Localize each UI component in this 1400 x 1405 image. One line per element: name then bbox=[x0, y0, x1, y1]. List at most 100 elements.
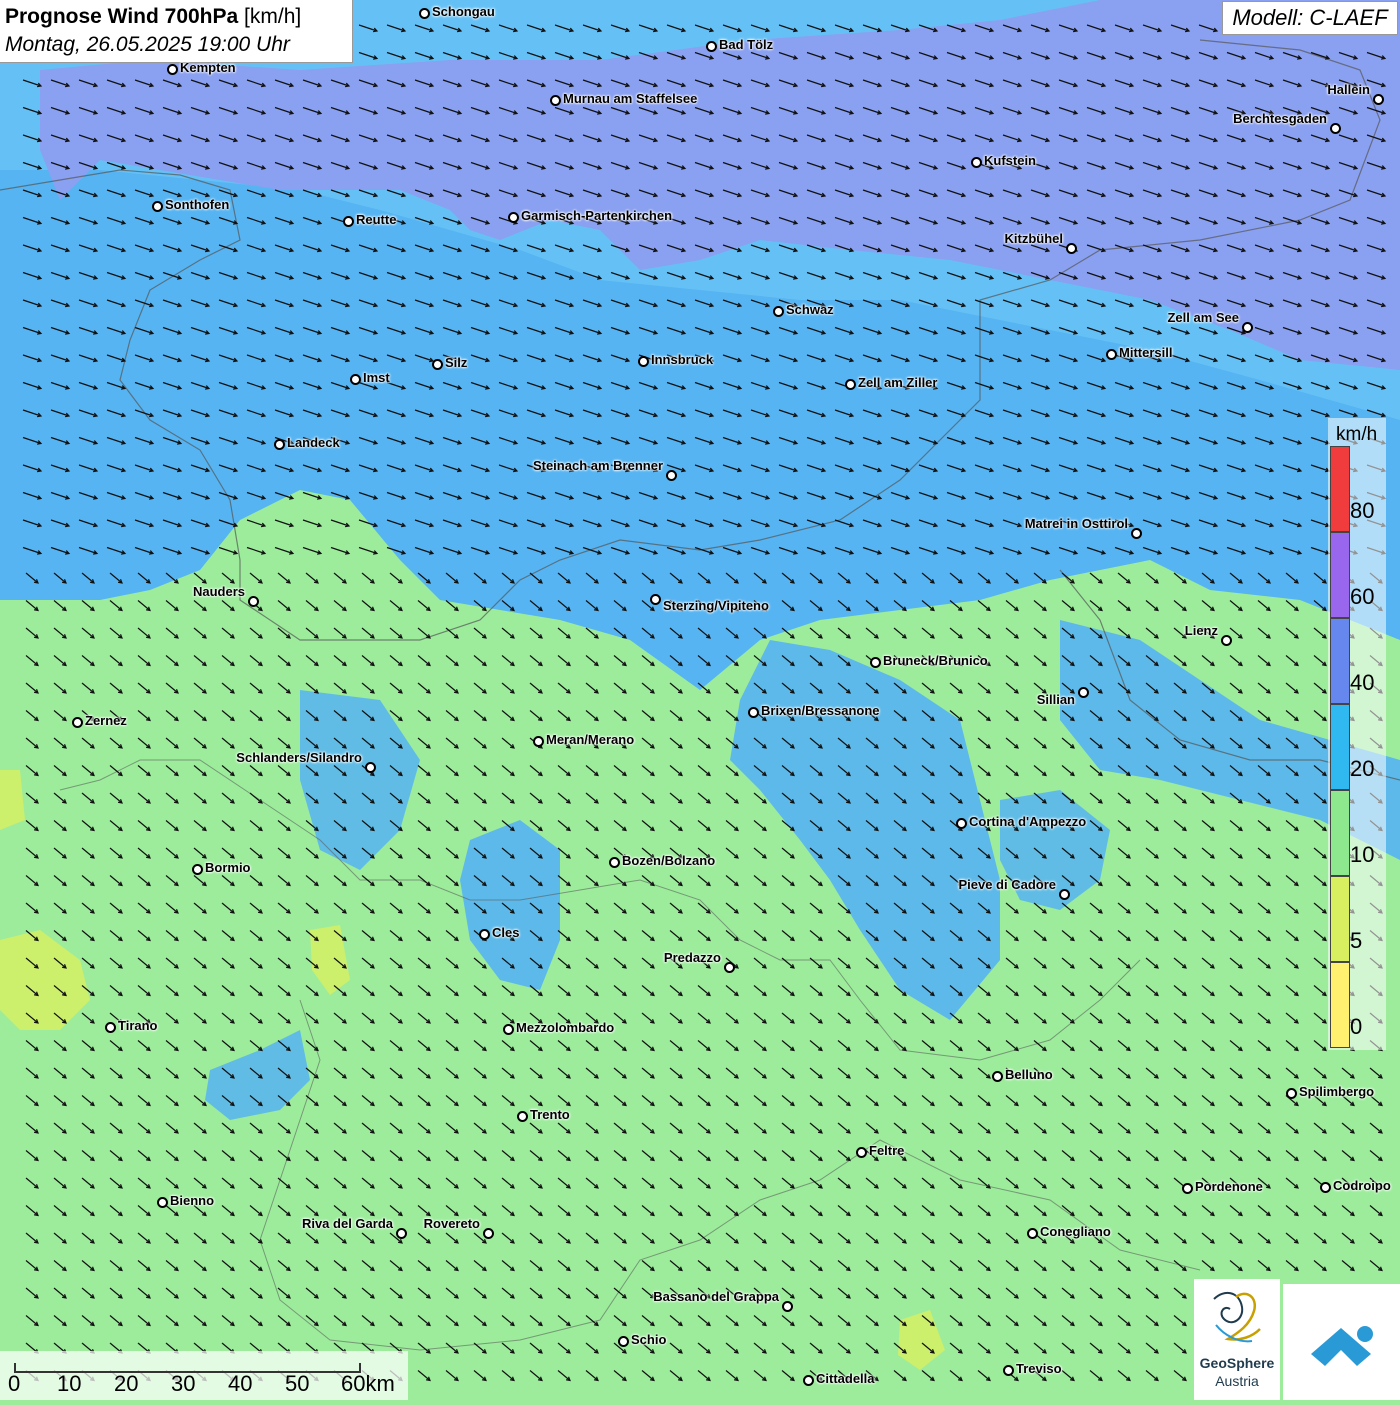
city-label: Bormio bbox=[205, 860, 251, 875]
city-marker bbox=[157, 1197, 168, 1208]
scale-label: 0 bbox=[8, 1371, 21, 1396]
city-marker bbox=[533, 736, 544, 747]
city-label: Codroipo bbox=[1333, 1178, 1391, 1193]
geosphere-logo-line2: Austria bbox=[1215, 1373, 1259, 1389]
city-marker bbox=[1330, 123, 1341, 134]
city-label: Belluno bbox=[1005, 1067, 1053, 1082]
city-label: Trento bbox=[530, 1107, 570, 1122]
city-label: Sillian bbox=[1036, 692, 1075, 707]
legend-swatch bbox=[1330, 962, 1350, 1048]
city-label: Kitzbühel bbox=[1004, 231, 1064, 246]
legend-swatch bbox=[1330, 704, 1350, 790]
city-marker bbox=[72, 717, 83, 728]
city-label: Bruneck/Brunico bbox=[883, 653, 988, 668]
city-label: Garmisch-Partenkirchen bbox=[521, 208, 673, 223]
scale-label: 50 bbox=[285, 1371, 310, 1396]
city-label: Brixen/Bressanone bbox=[761, 703, 880, 718]
map-title: Prognose Wind 700hPa [km/h] bbox=[5, 3, 347, 31]
legend-tick-label: 40 bbox=[1350, 670, 1375, 695]
city-marker bbox=[1182, 1183, 1193, 1194]
city-marker bbox=[1286, 1088, 1297, 1099]
legend-tick-label: 20 bbox=[1350, 756, 1375, 781]
legend-swatch bbox=[1330, 618, 1350, 704]
model-label: Modell: C-LAEF bbox=[1222, 1, 1398, 35]
city-marker bbox=[1059, 889, 1070, 900]
city-marker bbox=[1078, 687, 1089, 698]
city-marker bbox=[1003, 1365, 1014, 1376]
city-label: Spilimbergo bbox=[1299, 1084, 1375, 1099]
city-marker bbox=[956, 818, 967, 829]
app-mountain-icon bbox=[1311, 1326, 1373, 1366]
city-label: Zell am See bbox=[1167, 310, 1239, 325]
city-label: Schio bbox=[631, 1332, 667, 1347]
city-label: Reutte bbox=[356, 212, 397, 227]
city-label: Pieve di Cadore bbox=[958, 877, 1056, 892]
app-logo bbox=[1283, 1284, 1400, 1400]
city-label: Riva del Garda bbox=[301, 1216, 393, 1231]
geosphere-swirl-icon bbox=[1213, 1291, 1261, 1343]
city-label: Schlanders/Silandro bbox=[236, 750, 362, 765]
city-label: Cles bbox=[492, 925, 520, 940]
city-marker bbox=[856, 1147, 867, 1158]
city-label: Murnau am Staffelsee bbox=[563, 91, 698, 106]
city-marker bbox=[706, 41, 717, 52]
city-label: Imst bbox=[363, 370, 390, 385]
city-marker bbox=[803, 1375, 814, 1386]
city-marker bbox=[152, 201, 163, 212]
city-label: Treviso bbox=[1016, 1361, 1062, 1376]
scale-bar: 0 10 20 30 40 50 60km bbox=[0, 1351, 408, 1400]
city-marker bbox=[432, 359, 443, 370]
scale-label: 20 bbox=[114, 1371, 139, 1396]
city-label: Kempten bbox=[180, 60, 236, 75]
city-marker bbox=[1373, 94, 1384, 105]
city-label: Hallein bbox=[1327, 82, 1370, 97]
legend-swatch bbox=[1330, 876, 1350, 962]
city-marker bbox=[1320, 1182, 1331, 1193]
city-label: Bad Tölz bbox=[719, 37, 774, 52]
city-marker bbox=[343, 216, 354, 227]
city-label: Steinach am Brenner bbox=[532, 458, 663, 473]
city-label: Bassano del Grappa bbox=[653, 1289, 779, 1304]
city-marker bbox=[748, 707, 759, 718]
city-marker bbox=[1131, 528, 1142, 539]
city-marker bbox=[638, 356, 649, 367]
city-marker bbox=[666, 470, 677, 481]
city-marker bbox=[782, 1301, 793, 1312]
city-marker bbox=[350, 374, 361, 385]
city-marker bbox=[508, 212, 519, 223]
city-marker bbox=[870, 657, 881, 668]
city-label: Conegliano bbox=[1040, 1224, 1111, 1239]
city-label: Innsbruck bbox=[651, 352, 714, 367]
city-marker bbox=[1027, 1228, 1038, 1239]
city-label: Tirano bbox=[118, 1018, 158, 1033]
city-marker bbox=[248, 596, 259, 607]
city-marker bbox=[365, 762, 376, 773]
map-title-main: Prognose Wind 700hPa bbox=[5, 5, 239, 28]
city-label: Schwaz bbox=[786, 302, 834, 317]
city-label: Feltre bbox=[869, 1143, 905, 1158]
legend-swatch bbox=[1330, 532, 1350, 618]
city-label: Cittadella bbox=[816, 1371, 875, 1386]
geosphere-logo: GeoSphere Austria bbox=[1194, 1279, 1280, 1400]
city-label: Bozen/Bolzano bbox=[622, 853, 716, 868]
city-marker bbox=[167, 64, 178, 75]
city-marker bbox=[1221, 635, 1232, 646]
city-marker bbox=[483, 1228, 494, 1239]
city-marker bbox=[1242, 322, 1253, 333]
city-marker bbox=[618, 1336, 629, 1347]
legend-tick-label: 5 bbox=[1350, 928, 1363, 953]
city-label: Schongau bbox=[432, 4, 495, 19]
city-label: Meran/Merano bbox=[546, 732, 635, 747]
city-label: Sonthofen bbox=[165, 197, 230, 212]
city-marker bbox=[992, 1071, 1003, 1082]
city-marker bbox=[419, 8, 430, 19]
city-marker bbox=[192, 864, 203, 875]
scale-label: 10 bbox=[57, 1371, 82, 1396]
geosphere-logo-line1: GeoSphere bbox=[1199, 1355, 1275, 1371]
city-marker bbox=[396, 1228, 407, 1239]
city-label: Lienz bbox=[1184, 623, 1218, 638]
scale-label: 30 bbox=[171, 1371, 196, 1396]
city-marker bbox=[479, 929, 490, 940]
legend-unit: km/h bbox=[1336, 424, 1378, 445]
legend-swatch bbox=[1330, 790, 1350, 876]
